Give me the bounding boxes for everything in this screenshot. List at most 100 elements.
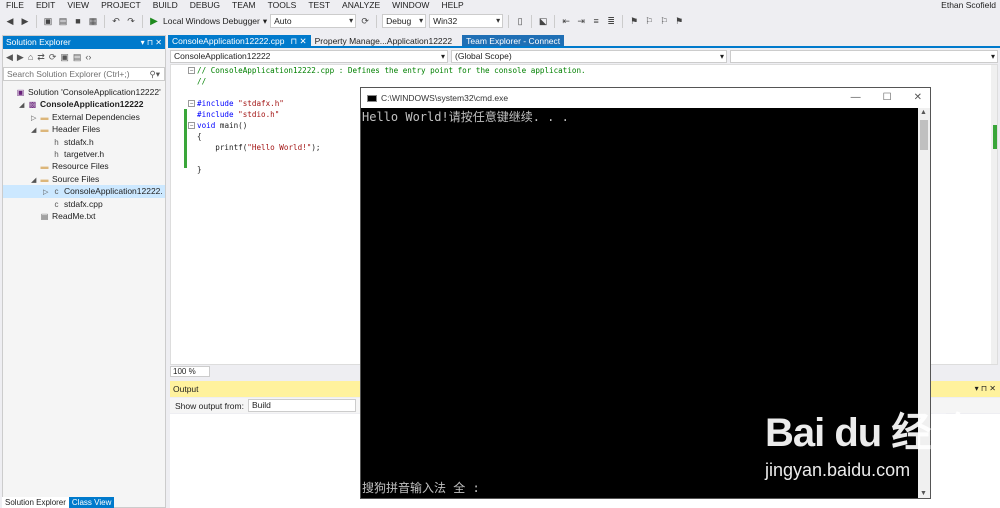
output-source-combo[interactable]: Build [247,399,356,412]
new-project-icon[interactable]: ▣ [42,15,54,27]
code-line[interactable]: printf("Hello World!"); [197,142,320,153]
tree-node[interactable]: h targetver.h [3,148,165,160]
menu-item-test[interactable]: TEST [302,0,336,11]
tree-node[interactable]: ▷ ▬ External Dependencies [3,111,165,123]
tree-node[interactable]: ▣ Solution 'ConsoleApplication12222' [3,86,165,98]
home-icon[interactable]: ⌂ [28,52,33,62]
save-icon[interactable]: ■ [72,15,84,27]
tree-node[interactable]: ◢ ▬ Header Files [3,123,165,135]
close-tab-icon[interactable]: ⊓ ✕ [290,36,306,46]
zoom-level-combo[interactable]: 100 % [170,366,210,377]
tree-node-label: Source Files [52,173,100,184]
menu-item-edit[interactable]: EDIT [30,0,61,11]
menu-item-team[interactable]: TEAM [226,0,262,11]
tab-class-view[interactable]: Class View [68,497,115,508]
outline-collapse-icon[interactable]: − [188,122,195,129]
tree-node[interactable]: c stdafx.cpp [3,198,165,210]
comment-icon[interactable]: ≡ [590,15,602,27]
open-file-icon[interactable]: ▤ [57,15,69,27]
indent-icon[interactable]: ⇤ [560,15,572,27]
menu-item-window[interactable]: WINDOW [386,0,435,11]
back-icon[interactable]: ◀ [6,52,13,63]
code-line[interactable]: #include "stdafx.h" [197,98,284,109]
code-token: "Hello World!" [247,143,312,152]
find-in-files-icon[interactable]: ▯ [514,15,526,27]
scrollbar-thumb[interactable] [920,120,928,150]
document-tab[interactable]: Team Explorer - Connect [462,35,565,46]
menu-item-help[interactable]: HELP [435,0,469,11]
expand-arrow-icon[interactable]: ◢ [19,100,27,110]
scroll-down-icon[interactable]: ▼ [920,490,927,497]
menu-item-view[interactable]: VIEW [61,0,95,11]
forward-icon[interactable]: ▶ [17,52,24,63]
menu-item-debug[interactable]: DEBUG [184,0,226,11]
save-all-icon[interactable]: ▦ [87,15,99,27]
back-icon[interactable]: ◀ [4,15,16,27]
user-name[interactable]: Ethan Scofield [941,0,996,11]
menu-item-tools[interactable]: TOOLS [262,0,303,11]
expand-arrow-icon[interactable]: ▷ [43,187,51,197]
scroll-up-icon[interactable]: ▲ [920,109,927,116]
outdent-icon[interactable]: ⇥ [575,15,587,27]
tree-node[interactable]: ◢ ▬ Source Files [3,173,165,185]
expand-arrow-icon[interactable]: ◢ [31,125,39,135]
minimize-icon[interactable]: — [851,88,861,108]
document-tab[interactable]: Property Manage...Application12222 [311,35,457,46]
next-bookmark-icon[interactable]: ⚐ [658,15,670,27]
toolbar-overflow-icon[interactable]: ⬕ [537,15,549,27]
sync-icon[interactable]: ⇄ [37,52,45,63]
menu-item-project[interactable]: PROJECT [95,0,147,11]
prev-bookmark-icon[interactable]: ⚐ [643,15,655,27]
search-icon[interactable]: ⚲▾ [150,68,161,80]
console-app-icon [367,94,377,102]
code-line[interactable]: } [197,164,202,175]
debugger-dropdown-icon[interactable]: ▾ [263,16,267,27]
solution-configuration-combo[interactable]: Debug [382,14,427,28]
maximize-icon[interactable]: ☐ [883,88,892,108]
document-tab[interactable]: ConsoleApplication12222.cpp ⊓ ✕ [168,35,311,46]
clear-bookmarks-icon[interactable]: ⚑ [673,15,685,27]
code-line[interactable]: #include "stdio.h" [197,109,279,120]
solution-icon: ▣ [16,88,25,97]
forward-icon[interactable]: ▶ [19,15,31,27]
code-line[interactable]: void main() [197,120,247,131]
member-scope-combo[interactable] [730,49,998,63]
redo-icon[interactable]: ↷ [125,15,137,27]
code-line[interactable]: { [197,131,202,142]
solution-platform-combo[interactable]: Win32 [429,14,504,28]
code-line[interactable]: // ConsoleApplication12222.cpp : Defines… [197,65,586,76]
view-code-icon[interactable]: ‹› [85,52,91,62]
outline-collapse-icon[interactable]: − [188,100,195,107]
bookmark-icon[interactable]: ⚑ [628,15,640,27]
close-icon[interactable]: ✕ [914,88,922,108]
undo-icon[interactable]: ↶ [110,15,122,27]
debugger-button[interactable]: Local Windows Debugger [163,16,260,26]
auto-combo[interactable]: Auto [270,14,357,28]
code-line[interactable]: // [197,76,206,87]
tab-solution-explorer[interactable]: Solution Explorer [2,497,69,508]
tree-node[interactable]: ▤ ReadMe.txt [3,210,165,222]
panel-pin-icon[interactable]: ▾ ⊓ ✕ [141,36,162,49]
panel-pin-icon[interactable]: ▾ ⊓ ✕ [975,381,996,397]
file-scope-combo[interactable]: ConsoleApplication12222 [170,49,448,63]
refresh-icon[interactable]: ⟳ [49,52,57,63]
tree-node[interactable]: ▷ c ConsoleApplication12222. [3,185,165,198]
global-scope-combo[interactable]: (Global Scope) [451,49,727,63]
collapse-all-icon[interactable]: ▣ [60,52,69,63]
menu-item-file[interactable]: FILE [0,0,30,11]
menu-item-build[interactable]: BUILD [147,0,184,11]
uncomment-icon[interactable]: ≣ [605,15,617,27]
start-debugging-icon[interactable]: ▶ [148,15,160,27]
tree-node[interactable]: ◢ ▩ ConsoleApplication12222 [3,98,165,110]
expand-arrow-icon[interactable]: ◢ [31,175,39,185]
properties-icon[interactable]: ▤ [73,52,82,63]
menu-item-analyze[interactable]: ANALYZE [336,0,386,11]
editor-scrollbar[interactable] [991,65,997,364]
refresh-icon[interactable]: ⟳ [359,15,371,27]
solution-explorer-search[interactable]: Search Solution Explorer (Ctrl+;) ⚲▾ [3,67,165,81]
outline-collapse-icon[interactable]: − [188,67,195,74]
tree-node[interactable]: ▬ Resource Files [3,160,165,172]
tree-node[interactable]: h stdafx.h [3,136,165,148]
expand-arrow-icon[interactable]: ▷ [31,113,39,123]
console-title-bar[interactable]: C:\WINDOWS\system32\cmd.exe — ☐ ✕ [361,88,930,108]
